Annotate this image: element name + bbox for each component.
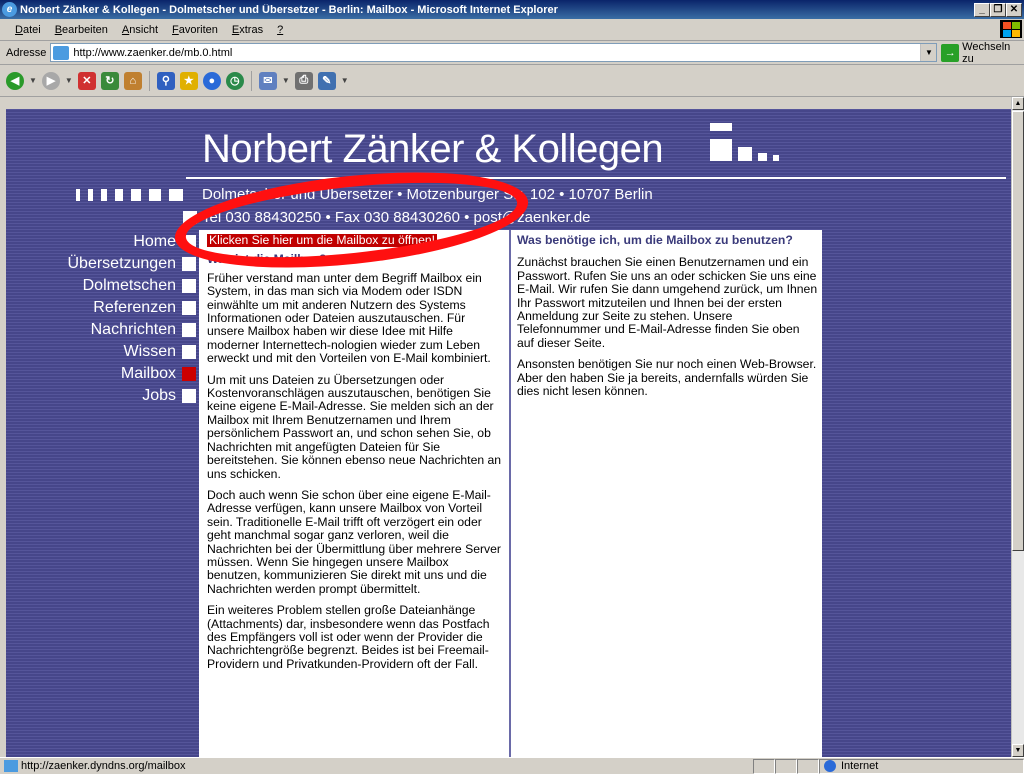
paragraph: Zunächst brauchen Sie einen Benutzername…: [517, 255, 818, 350]
nav-square: [182, 389, 196, 403]
menu-extras[interactable]: Extras: [225, 24, 270, 36]
print-icon[interactable]: ⎙: [294, 71, 313, 90]
nav-item-referenzen[interactable]: Referenzen: [46, 297, 196, 319]
scroll-up-icon[interactable]: ▲: [1012, 97, 1024, 110]
heading-requirements: Was benötige ich, um die Mailbox zu benu…: [517, 233, 793, 247]
window-controls: _ ❐ ✕: [974, 2, 1022, 17]
status-text: http://zaenker.dyndns.org/mailbox: [21, 760, 186, 772]
home-icon[interactable]: ⌂: [123, 71, 142, 90]
nav-item-wissen[interactable]: Wissen: [46, 341, 196, 363]
security-zone: Internet: [819, 758, 1024, 774]
address-field[interactable]: http://www.zaenker.de/mb.0.html ▼: [50, 43, 938, 62]
vertical-scrollbar[interactable]: ▲ ▼: [1011, 97, 1024, 757]
menu-ansicht[interactable]: Ansicht: [115, 24, 165, 36]
globe-icon: [824, 760, 836, 772]
maximize-button[interactable]: ❐: [990, 2, 1006, 17]
media-icon[interactable]: ●: [202, 71, 221, 90]
go-arrow-icon: →: [941, 43, 960, 62]
zone-label: Internet: [841, 760, 879, 772]
paragraph: Doch auch wenn Sie schon über eine eigen…: [207, 487, 501, 596]
browser-viewport: Norbert Zänker & Kollegen Dolmetscher un…: [0, 97, 1024, 757]
nav-item-uebersetzungen[interactable]: Übersetzungen: [46, 253, 196, 275]
status-pane: [775, 758, 797, 774]
scroll-down-icon[interactable]: ▼: [1012, 744, 1024, 757]
status-bar: http://zaenker.dyndns.org/mailbox Intern…: [0, 757, 1024, 774]
address-dropdown-icon[interactable]: ▼: [920, 44, 937, 61]
toolbar-separator: [250, 70, 252, 91]
menu-favoriten[interactable]: Favoriten: [165, 24, 225, 36]
forward-icon[interactable]: ▶: [41, 71, 60, 90]
refresh-icon[interactable]: ↻: [100, 71, 119, 90]
status-pane: [753, 758, 775, 774]
nav-item-mailbox[interactable]: Mailbox: [46, 363, 196, 385]
menu-bar: Datei Bearbeiten Ansicht Favoriten Extra…: [0, 19, 1024, 41]
minimize-button[interactable]: _: [974, 2, 990, 17]
favorites-icon[interactable]: ★: [179, 71, 198, 90]
edit-dropdown-icon[interactable]: ▼: [341, 76, 349, 85]
site-logo: Norbert Zänker & Kollegen: [202, 127, 664, 171]
status-pane: [797, 758, 819, 774]
scroll-thumb[interactable]: [1012, 111, 1024, 551]
nav-square: [182, 301, 196, 315]
toolbar-separator: [148, 70, 150, 91]
nav-item-jobs[interactable]: Jobs: [46, 385, 196, 407]
paragraph: Ansonsten benötigen Sie nur noch einen W…: [517, 357, 817, 399]
toolbar: ◀ ▼ ▶ ▼ ✕ ↻ ⌂ ⚲ ★ ● ◷ ✉ ▼ ⎙ ✎ ▼: [0, 65, 1024, 97]
nav-square: [182, 257, 196, 271]
content-column-left: Klicken Sie hier um die Mailbox zu öffne…: [199, 230, 511, 757]
go-label: Wechseln zu: [962, 40, 1011, 65]
title-bar: e Norbert Zänker & Kollegen - Dolmetsche…: [0, 0, 1024, 19]
windows-logo-icon: [1000, 20, 1022, 38]
nav-square-active: [182, 367, 196, 381]
address-bar: Adresse http://www.zaenker.de/mb.0.html …: [0, 41, 1024, 65]
close-button[interactable]: ✕: [1006, 2, 1022, 17]
back-icon[interactable]: ◀: [6, 71, 24, 90]
paragraph: Früher verstand man unter dem Begriff Ma…: [207, 270, 491, 366]
web-page: Norbert Zänker & Kollegen Dolmetscher un…: [6, 109, 1011, 757]
nav-square: [182, 279, 196, 293]
paragraph: Um mit uns Dateien zu Übersetzungen oder…: [207, 372, 502, 481]
menu-help[interactable]: ?: [270, 24, 290, 36]
page-icon: [53, 45, 70, 60]
site-navigation: Home Übersetzungen Dolmetschen Referenze…: [46, 231, 196, 407]
content-column-right: Was benötige ich, um die Mailbox zu benu…: [511, 230, 822, 757]
edit-icon[interactable]: ✎: [317, 71, 336, 90]
mail-icon[interactable]: ✉: [258, 71, 277, 90]
paragraph: Ein weiteres Problem stellen große Datei…: [207, 603, 490, 671]
menu-bearbeiten[interactable]: Bearbeiten: [48, 24, 115, 36]
search-icon[interactable]: ⚲: [156, 71, 175, 90]
back-dropdown-icon[interactable]: ▼: [29, 76, 37, 85]
menu-datei[interactable]: Datei: [8, 24, 48, 36]
nav-square: [182, 345, 196, 359]
go-button[interactable]: → Wechseln zu: [941, 41, 1024, 65]
forward-dropdown-icon[interactable]: ▼: [65, 76, 73, 85]
address-url[interactable]: http://www.zaenker.de/mb.0.html: [73, 47, 920, 59]
nav-item-nachrichten[interactable]: Nachrichten: [46, 319, 196, 341]
nav-item-dolmetschen[interactable]: Dolmetschen: [46, 275, 196, 297]
mail-dropdown-icon[interactable]: ▼: [282, 76, 290, 85]
ie-icon: e: [2, 2, 17, 17]
nav-square: [182, 323, 196, 337]
header-divider: [186, 177, 1006, 179]
stop-icon[interactable]: ✕: [77, 71, 96, 90]
address-label: Adresse: [6, 46, 47, 59]
window-title: Norbert Zänker & Kollegen - Dolmetscher …: [20, 3, 558, 16]
nav-item-home[interactable]: Home: [46, 231, 196, 253]
page-status-icon: [4, 760, 18, 772]
history-icon[interactable]: ◷: [225, 71, 244, 90]
